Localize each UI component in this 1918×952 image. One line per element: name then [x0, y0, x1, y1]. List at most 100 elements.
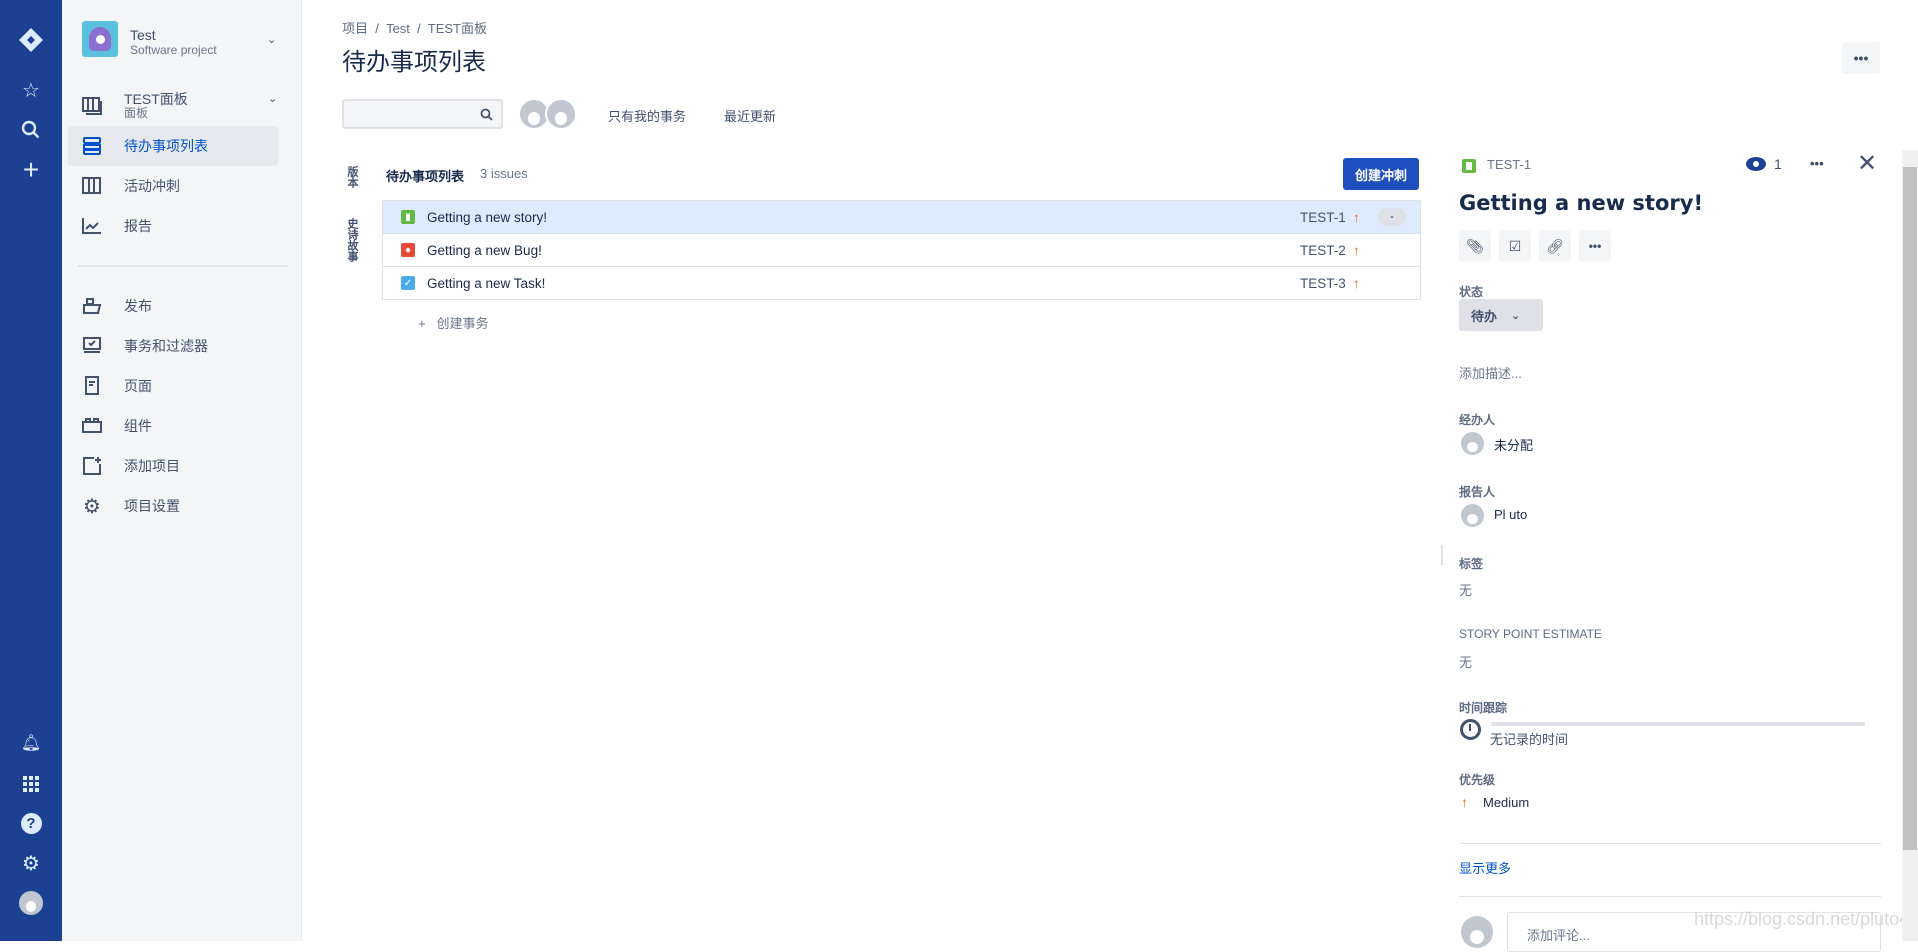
- project-avatar: [82, 21, 118, 57]
- detail-more-icon[interactable]: •••: [1810, 156, 1824, 171]
- assignee-label: 经办人: [1459, 413, 1496, 427]
- settings-icon[interactable]: ⚙: [15, 847, 47, 879]
- sidebar-item-reports[interactable]: 报告: [68, 206, 278, 246]
- table-row[interactable]: ● Getting a new Bug! TEST-2 ↑: [382, 234, 1421, 267]
- recently-updated-filter[interactable]: 最近更新: [724, 106, 776, 125]
- priority-medium-icon: ↑: [1353, 242, 1360, 258]
- sidebar-item-label: 事务和过滤器: [124, 338, 208, 354]
- board-subtitle: 面板: [124, 106, 149, 120]
- estimate-badge[interactable]: -: [1378, 208, 1406, 226]
- tab-versions[interactable]: 版本: [344, 166, 360, 188]
- table-row[interactable]: ▮ Getting a new story! TEST-1 ↑ -: [382, 201, 1421, 234]
- status-value: 待办: [1471, 308, 1498, 324]
- star-icon[interactable]: ☆: [15, 74, 47, 106]
- bug-icon: ●: [401, 243, 415, 257]
- scrollbar-thumb[interactable]: [1903, 167, 1917, 850]
- story-icon: ▮: [401, 210, 415, 224]
- subtask-icon[interactable]: ☑: [1499, 230, 1531, 262]
- create-sprint-button[interactable]: 创建冲刺: [1343, 158, 1419, 190]
- labels-value[interactable]: 无: [1459, 580, 1472, 599]
- time-tracking-value: 无记录的时间: [1490, 732, 1569, 747]
- backlog-title: 待办事项列表: [386, 169, 465, 184]
- chevron-down-icon: ⌄: [1511, 309, 1521, 322]
- scrollbar[interactable]: [1902, 150, 1918, 941]
- panel-resize-handle[interactable]: [1441, 545, 1443, 565]
- user-avatar-filter[interactable]: [545, 98, 577, 130]
- ship-icon: [80, 294, 104, 318]
- sidebar-item-component[interactable]: 组件: [68, 406, 278, 446]
- notification-icon[interactable]: 🔔︎: [15, 727, 47, 759]
- breadcrumb-project[interactable]: Test: [386, 21, 410, 36]
- sidebar-board-switcher[interactable]: TEST面板 面板 ⌄: [68, 86, 278, 126]
- sidebar-item-label: 组件: [124, 418, 152, 434]
- priority-medium-icon: ↑: [1353, 209, 1360, 225]
- more-icon[interactable]: •••: [1579, 230, 1611, 262]
- sidebar-item-label: 待办事项列表: [124, 138, 208, 154]
- assignee-value[interactable]: 未分配: [1494, 435, 1533, 454]
- component-icon: [80, 414, 104, 438]
- breadcrumb-board[interactable]: TEST面板: [428, 21, 487, 36]
- issue-summary: Getting a new Bug!: [427, 242, 542, 258]
- reporter-value[interactable]: Pl uto: [1494, 507, 1527, 522]
- time-tracking-label: 时间跟踪: [1459, 701, 1508, 715]
- issue-key[interactable]: TEST-1: [1300, 210, 1346, 225]
- create-issue-button[interactable]: + 创建事务: [418, 313, 488, 332]
- watcher-count[interactable]: 1: [1774, 156, 1782, 172]
- priority-label: 优先级: [1459, 773, 1496, 787]
- priority-value[interactable]: Medium: [1483, 795, 1529, 810]
- search-input[interactable]: [342, 99, 503, 129]
- create-issue-label: 创建事务: [436, 316, 489, 331]
- search-icon: [480, 108, 493, 121]
- search-icon[interactable]: [15, 114, 47, 146]
- settings-icon: ⚙: [83, 495, 101, 518]
- plus-icon[interactable]: +: [15, 154, 47, 186]
- issue-summary: Getting a new Task!: [427, 275, 546, 291]
- reports-icon: [80, 214, 104, 238]
- priority-medium-icon: ↑: [1353, 275, 1360, 291]
- status-dropdown[interactable]: 待办 ⌄: [1459, 299, 1543, 331]
- sidebar-item-issues[interactable]: 事务和过滤器: [68, 326, 278, 366]
- sidebar-item-settings[interactable]: ⚙ 项目设置: [68, 486, 278, 526]
- breadcrumb-projects[interactable]: 项目: [342, 21, 368, 36]
- table-row[interactable]: ✓ Getting a new Task! TEST-3 ↑: [382, 267, 1421, 300]
- story-point-value[interactable]: 无: [1459, 652, 1472, 671]
- issue-key[interactable]: TEST-2: [1300, 243, 1346, 258]
- issue-title[interactable]: Getting a new story!: [1459, 191, 1703, 215]
- sidebar-divider: [78, 265, 288, 267]
- link-icon[interactable]: 🔗︎: [1539, 230, 1571, 262]
- jira-logo-icon[interactable]: [15, 24, 47, 56]
- sidebar-item-add-item[interactable]: 添加项目: [68, 446, 278, 486]
- board-icon: [80, 174, 104, 198]
- tab-epics[interactable]: 史诗故事: [344, 218, 360, 262]
- sidebar-item-backlog[interactable]: 待办事项列表: [68, 126, 278, 166]
- issue-count: 3 issues: [480, 166, 528, 181]
- show-more-link[interactable]: 显示更多: [1459, 858, 1511, 877]
- issue-key[interactable]: TEST-3: [1300, 276, 1346, 291]
- description-field[interactable]: 添加描述...: [1459, 363, 1522, 382]
- help-icon[interactable]: ?: [15, 807, 47, 839]
- sidebar-item-ship[interactable]: 发布: [68, 286, 278, 326]
- sidebar-item-label: 发布: [124, 298, 152, 314]
- sidebar-item-page[interactable]: 页面: [68, 366, 278, 406]
- chevron-down-icon[interactable]: ⌄: [267, 33, 276, 46]
- status-label: 状态: [1459, 285, 1484, 299]
- issue-key-link[interactable]: TEST-1: [1487, 157, 1531, 172]
- chevron-down-icon: ⌄: [268, 93, 278, 105]
- page-title: 待办事项列表: [342, 49, 486, 76]
- only-my-issues-filter[interactable]: 只有我的事务: [608, 106, 686, 125]
- watch-eye-icon[interactable]: [1746, 157, 1766, 171]
- more-actions-button[interactable]: •••: [1842, 42, 1880, 74]
- comment-avatar: [1461, 916, 1493, 948]
- sidebar-item-label: 项目设置: [124, 498, 180, 514]
- profile-avatar-icon[interactable]: [15, 887, 47, 919]
- sidebar-item-board[interactable]: 活动冲刺: [68, 166, 278, 206]
- app-switcher-icon[interactable]: [15, 768, 47, 800]
- board-icon: [80, 94, 104, 118]
- divider: [1459, 896, 1881, 897]
- attach-icon[interactable]: 📎︎: [1459, 230, 1491, 262]
- time-tracking-bar[interactable]: [1491, 722, 1865, 726]
- issues-icon: [80, 334, 104, 358]
- priority-medium-icon: ↑: [1461, 794, 1468, 810]
- close-icon[interactable]: ✕: [1857, 149, 1877, 178]
- project-name[interactable]: Test: [130, 27, 156, 43]
